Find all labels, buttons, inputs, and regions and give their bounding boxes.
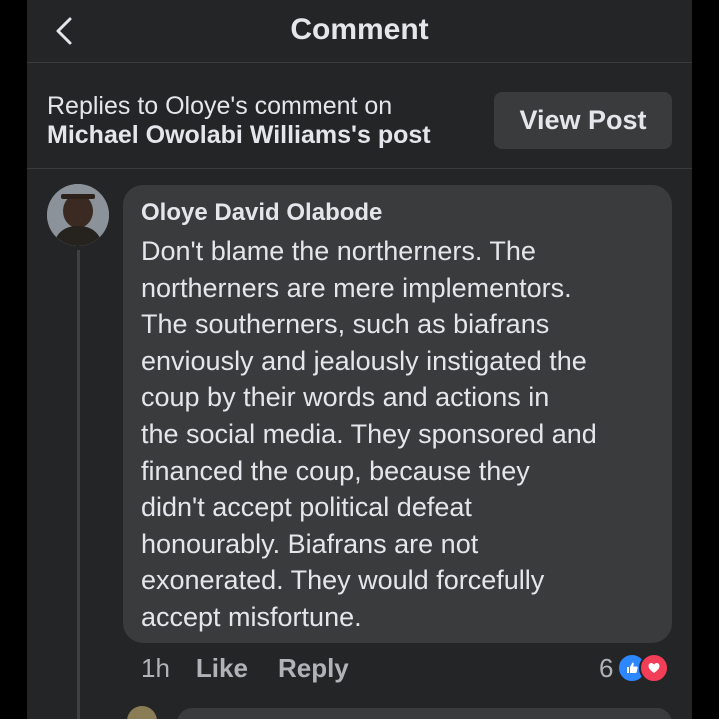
replies-context: Replies to Oloye's comment on Michael Ow…	[47, 92, 487, 150]
comment-screen: Comment Replies to Oloye's comment on Mi…	[27, 0, 692, 719]
comment-text-line: didn't accept political defeat	[141, 492, 472, 523]
comment-text-line: The southerners, such as biafrans	[141, 309, 550, 340]
comment-text-line: honourably. Biafrans are not	[141, 528, 479, 559]
replies-context-line-1: Replies to Oloye's comment on	[47, 92, 393, 120]
comment-timestamp[interactable]: 1h	[141, 653, 170, 684]
comment-text-line: northerners are mere implementors.	[141, 272, 572, 303]
page-title: Comment	[290, 13, 429, 46]
reply-button[interactable]: Reply	[278, 653, 349, 684]
post-owner-name[interactable]: Michael Owolabi Williams's	[47, 121, 371, 149]
next-reply-avatar[interactable]	[127, 706, 157, 719]
comment-author[interactable]: Oloye David Olabode	[141, 199, 658, 227]
comment-text-line: financed the coup, because they	[141, 455, 530, 486]
comment-text-line: exonerated. They would forcefully	[141, 565, 545, 596]
comment-text-line: the social media. They sponsored and	[141, 418, 597, 449]
reaction-summary[interactable]: 6	[599, 650, 670, 686]
like-button[interactable]: Like	[196, 653, 248, 684]
comment-text-line: Don't blame the northerners. The	[141, 236, 536, 266]
comment-actions: 1h Like Reply	[141, 650, 379, 686]
view-post-button[interactable]: View Post	[494, 92, 672, 149]
profile-photo	[47, 184, 109, 246]
divider	[27, 168, 692, 169]
avatar[interactable]	[47, 184, 109, 246]
comment-body: Don't blame the northerners. The norther…	[141, 233, 658, 636]
post-word: post	[377, 121, 431, 149]
comment-text-line: coup by their words and actions in	[141, 382, 550, 413]
replies-context-line-2: Michael Owolabi Williams's post	[47, 121, 487, 150]
reaction-count: 6	[599, 652, 614, 683]
next-reply-bubble[interactable]	[177, 708, 672, 719]
top-bar: Comment	[27, 0, 692, 63]
comment-text-line: enviously and jealously instigated the	[141, 345, 587, 376]
thread-line	[77, 250, 80, 719]
comment-bubble[interactable]: Oloye David Olabode Don't blame the nort…	[123, 185, 672, 643]
love-reaction-icon	[639, 653, 670, 683]
comment-text-line: accept misfortune.	[141, 601, 362, 632]
